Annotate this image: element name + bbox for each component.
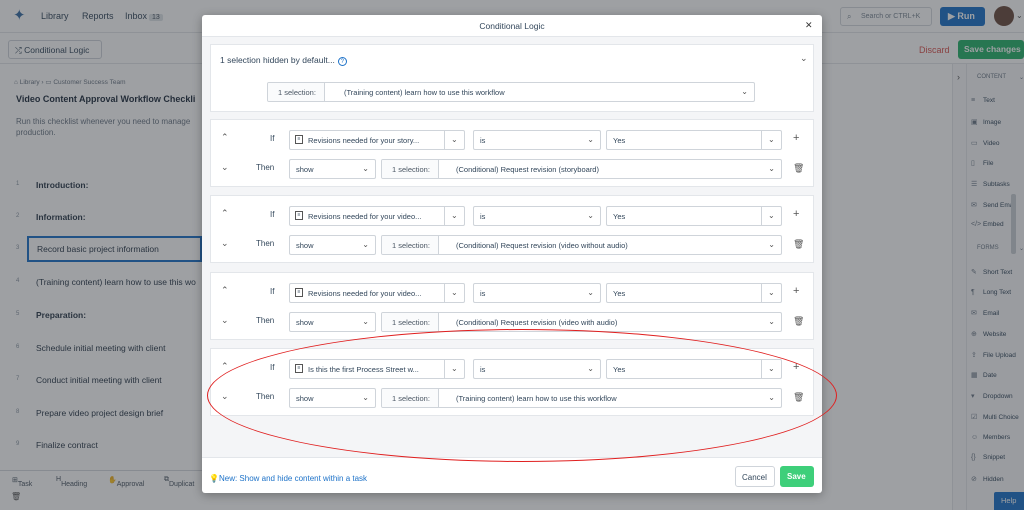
- operator-select[interactable]: is ⌄: [473, 130, 601, 150]
- chevron-down-icon: ⌄: [768, 211, 775, 220]
- form-field-icon: ≡: [295, 288, 303, 297]
- if-label: If: [270, 287, 275, 296]
- action-select[interactable]: show ⌄: [289, 312, 376, 332]
- selection-value: (Conditional) Request revision (video wi…: [456, 241, 628, 250]
- chevron-up-icon[interactable]: ⌃: [221, 132, 229, 143]
- trash-icon[interactable]: 🗑: [793, 239, 804, 250]
- then-label: Then: [256, 316, 275, 325]
- selection-value: (Training content) learn how to use this…: [344, 88, 505, 97]
- trash-icon[interactable]: 🗑: [793, 316, 804, 327]
- chevron-down-icon: ⌄: [741, 87, 748, 96]
- logic-rule: ⌃ ⌄ If Then ≡ Revisions needed for your v…: [210, 195, 814, 263]
- hidden-selection-select[interactable]: 1 selection: (Training content) learn ho…: [267, 82, 755, 102]
- chevron-down-icon[interactable]: ⌄: [221, 238, 229, 249]
- new-feature-link-label: New: Show and hide content within a task: [218, 474, 368, 483]
- condition-field-select[interactable]: ≡ Revisions needed for your video... ⌄: [289, 206, 465, 226]
- chevron-up-icon[interactable]: ⌃: [221, 361, 229, 372]
- chevron-down-icon: ⌄: [362, 164, 369, 173]
- new-feature-link[interactable]: 💡New: Show and hide content within a tas…: [209, 474, 367, 483]
- chevron-down-icon[interactable]: ⌄: [221, 315, 229, 326]
- dropdown-toggle[interactable]: ⌄: [444, 131, 464, 149]
- chevron-down-icon: ⌄: [768, 240, 775, 249]
- save-button[interactable]: Save: [780, 466, 814, 487]
- chevron-down-icon: ⌄: [768, 317, 775, 326]
- condition-field-select[interactable]: ≡ Revisions needed for your story... ⌄: [289, 130, 465, 150]
- chevron-down-icon: ⌄: [362, 240, 369, 249]
- condition-value: Yes: [613, 212, 626, 221]
- chevron-down-icon: ⌄: [768, 288, 775, 297]
- dropdown-toggle[interactable]: ⌄: [761, 284, 781, 302]
- action-select[interactable]: show ⌄: [289, 235, 376, 255]
- modal-header: Conditional Logic: [202, 15, 822, 37]
- dropdown-toggle[interactable]: ⌄: [761, 131, 781, 149]
- dropdown-toggle[interactable]: ⌄: [444, 207, 464, 225]
- condition-field-value: Revisions needed for your story...: [308, 136, 420, 145]
- chevron-up-icon[interactable]: ⌃: [221, 208, 229, 219]
- operator-value: is: [480, 212, 486, 221]
- chevron-down-icon[interactable]: ⌄: [800, 53, 808, 64]
- chevron-down-icon: ⌄: [587, 211, 594, 220]
- selection-count: 1 selection:: [382, 236, 439, 254]
- then-label: Then: [256, 239, 275, 248]
- help-circle-icon[interactable]: ?: [337, 57, 347, 66]
- condition-value: Yes: [613, 289, 626, 298]
- then-label: Then: [256, 163, 275, 172]
- condition-field-value: Revisions needed for your video...: [308, 289, 422, 298]
- condition-field-select[interactable]: ≡ Revisions needed for your video... ⌄: [289, 283, 465, 303]
- if-label: If: [270, 134, 275, 143]
- chevron-down-icon: ⌄: [768, 135, 775, 144]
- operator-select[interactable]: is ⌄: [473, 283, 601, 303]
- hidden-by-default-panel[interactable]: 1 selection hidden by default...? ⌄ 1 se…: [210, 44, 814, 112]
- action-value: show: [296, 241, 314, 250]
- form-field-icon: ≡: [295, 135, 303, 144]
- chevron-down-icon: ⌄: [362, 317, 369, 326]
- target-selection-select[interactable]: 1 selection: (Conditional) Request revisi…: [381, 159, 782, 179]
- add-condition-icon[interactable]: +: [793, 132, 799, 144]
- hidden-by-default-text: 1 selection hidden by default...?: [220, 55, 347, 66]
- add-condition-icon[interactable]: +: [793, 208, 799, 220]
- if-label: If: [270, 210, 275, 219]
- modal-title: Conditional Logic: [479, 21, 545, 31]
- condition-field-value: Revisions needed for your video...: [308, 212, 422, 221]
- modal-footer: 💡New: Show and hide content within a tas…: [202, 457, 822, 493]
- chevron-down-icon: ⌄: [451, 288, 458, 297]
- chevron-down-icon: ⌄: [451, 211, 458, 220]
- hidden-by-default-label: 1 selection hidden by default...: [220, 55, 335, 65]
- action-value: show: [296, 165, 314, 174]
- selection-value: (Conditional) Request revision (storyboa…: [456, 165, 599, 174]
- action-value: show: [296, 318, 314, 327]
- target-selection-select[interactable]: 1 selection: (Conditional) Request revisi…: [381, 312, 782, 332]
- chevron-up-icon[interactable]: ⌃: [221, 285, 229, 296]
- selection-count: 1 selection:: [382, 313, 439, 331]
- condition-value: Yes: [613, 136, 626, 145]
- form-field-icon: ≡: [295, 211, 303, 220]
- annotation-highlight-ellipse: [207, 329, 837, 462]
- logic-rule: ⌃ ⌄ If Then ≡ Revisions needed for your s…: [210, 119, 814, 187]
- chevron-down-icon: ⌄: [587, 135, 594, 144]
- dropdown-toggle[interactable]: ⌄: [444, 284, 464, 302]
- close-icon[interactable]: ✕: [805, 20, 813, 31]
- operator-select[interactable]: is ⌄: [473, 206, 601, 226]
- condition-value-select[interactable]: Yes ⌄: [606, 130, 782, 150]
- dropdown-toggle[interactable]: ⌄: [761, 207, 781, 225]
- chevron-down-icon: ⌄: [587, 288, 594, 297]
- selection-value: (Conditional) Request revision (video wi…: [456, 318, 618, 327]
- add-condition-icon[interactable]: +: [793, 285, 799, 297]
- chevron-down-icon[interactable]: ⌄: [221, 162, 229, 173]
- selection-count: 1 selection:: [382, 160, 439, 178]
- operator-value: is: [480, 289, 486, 298]
- operator-value: is: [480, 136, 486, 145]
- action-select[interactable]: show ⌄: [289, 159, 376, 179]
- trash-icon[interactable]: 🗑: [793, 163, 804, 174]
- chevron-down-icon: ⌄: [768, 164, 775, 173]
- condition-value-select[interactable]: Yes ⌄: [606, 206, 782, 226]
- target-selection-select[interactable]: 1 selection: (Conditional) Request revisi…: [381, 235, 782, 255]
- condition-value-select[interactable]: Yes ⌄: [606, 283, 782, 303]
- lightbulb-icon: 💡: [209, 474, 219, 483]
- chevron-down-icon: ⌄: [451, 135, 458, 144]
- selection-count: 1 selection:: [268, 83, 325, 101]
- cancel-button[interactable]: Cancel: [735, 466, 775, 487]
